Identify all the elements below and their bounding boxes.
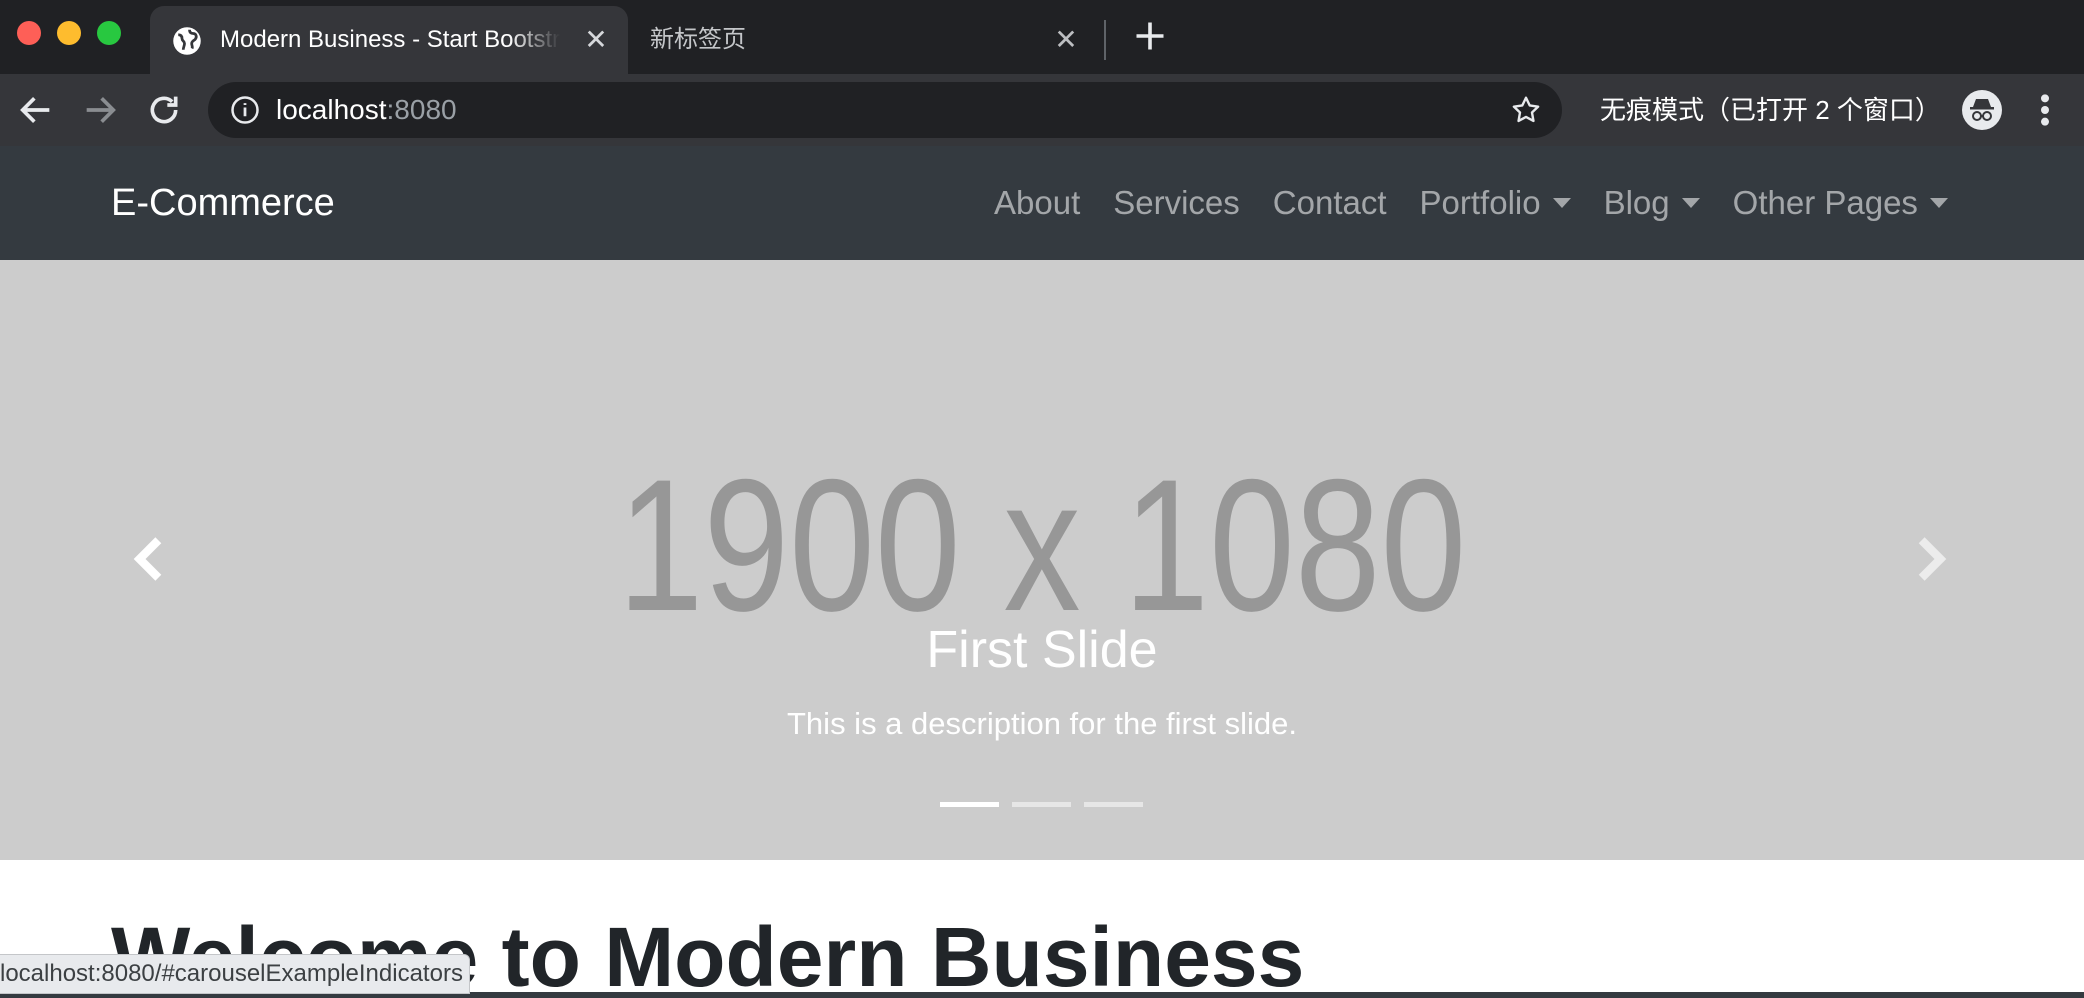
globe-icon [173, 27, 201, 55]
tab-title: Modern Business - Start Bootstrap Templa… [220, 26, 560, 53]
tab-separator [1104, 20, 1106, 60]
new-tab-button[interactable] [1132, 18, 1168, 54]
browser-tab-inactive[interactable]: 新标签页 ✕ [628, 6, 1098, 74]
incognito-glyph [1970, 99, 1994, 121]
carousel-indicator[interactable] [1012, 802, 1071, 807]
nav-item-blog[interactable]: Blog [1604, 184, 1700, 222]
window-minimize-button[interactable] [57, 21, 81, 45]
carousel-indicator[interactable] [1084, 802, 1143, 807]
window-maximize-button[interactable] [97, 21, 121, 45]
carousel-indicators [940, 802, 1156, 807]
nav-menu: About Services Contact Portfolio Blog Ot… [994, 146, 1948, 260]
close-icon[interactable]: ✕ [1052, 26, 1080, 54]
nav-item-other-pages[interactable]: Other Pages [1733, 184, 1948, 222]
slide-placeholder-text: 1900 x 1080 [617, 440, 1467, 650]
nav-label: Blog [1603, 184, 1670, 221]
url-host: localhost [276, 94, 387, 125]
window-close-button[interactable] [17, 21, 41, 45]
navbar-brand[interactable]: E-Commerce [111, 146, 335, 260]
nav-label: Portfolio [1419, 184, 1541, 221]
caret-down-icon [1929, 198, 1948, 208]
link-status-bar: localhost:8080/#carouselExampleIndicator… [0, 954, 470, 994]
incognito-label: 无痕模式（已打开 2 个窗口） [1600, 95, 1941, 125]
incognito-icon[interactable] [1962, 90, 2002, 130]
site-navbar: E-Commerce About Services Contact Portfo… [0, 146, 2084, 260]
carousel-indicator[interactable] [940, 802, 999, 807]
nav-item-contact[interactable]: Contact [1273, 184, 1387, 222]
reload-button[interactable] [144, 90, 184, 130]
back-button[interactable] [16, 90, 56, 130]
more-menu-icon[interactable] [2030, 90, 2060, 130]
nav-item-about[interactable]: About [994, 184, 1080, 222]
nav-item-portfolio[interactable]: Portfolio [1420, 184, 1571, 222]
browser-toolbar: localhost:8080 无痕模式（已打开 2 个窗口） [0, 74, 2084, 146]
forward-button[interactable] [80, 90, 120, 130]
carousel-next-icon[interactable] [1908, 534, 1952, 584]
slide-caption-title: First Slide [926, 621, 1158, 679]
bookmark-star-icon[interactable] [1510, 94, 1542, 126]
address-bar[interactable]: localhost:8080 [208, 82, 1562, 138]
url-port: :8080 [386, 94, 457, 125]
info-icon[interactable] [230, 95, 260, 125]
caret-down-icon [1681, 198, 1700, 208]
carousel-prev-icon[interactable] [128, 534, 172, 584]
nav-label: About [994, 184, 1081, 221]
caret-down-icon [1552, 198, 1571, 208]
url-text: localhost:8080 [276, 82, 457, 138]
nav-label: Services [1113, 184, 1240, 221]
nav-label: Other Pages [1732, 184, 1918, 221]
browser-tab-active[interactable]: Modern Business - Start Bootstrap Templa… [150, 6, 628, 74]
hero-carousel: 1900 x 1080 First Slide This is a descri… [0, 260, 2084, 860]
slide-caption-description: This is a description for the first slid… [787, 706, 1297, 741]
close-icon[interactable]: ✕ [582, 26, 610, 54]
browser-tab-strip: Modern Business - Start Bootstrap Templa… [0, 0, 2084, 74]
nav-label: Contact [1272, 184, 1387, 221]
nav-item-services[interactable]: Services [1113, 184, 1240, 222]
tab-title: 新标签页 [650, 26, 746, 53]
